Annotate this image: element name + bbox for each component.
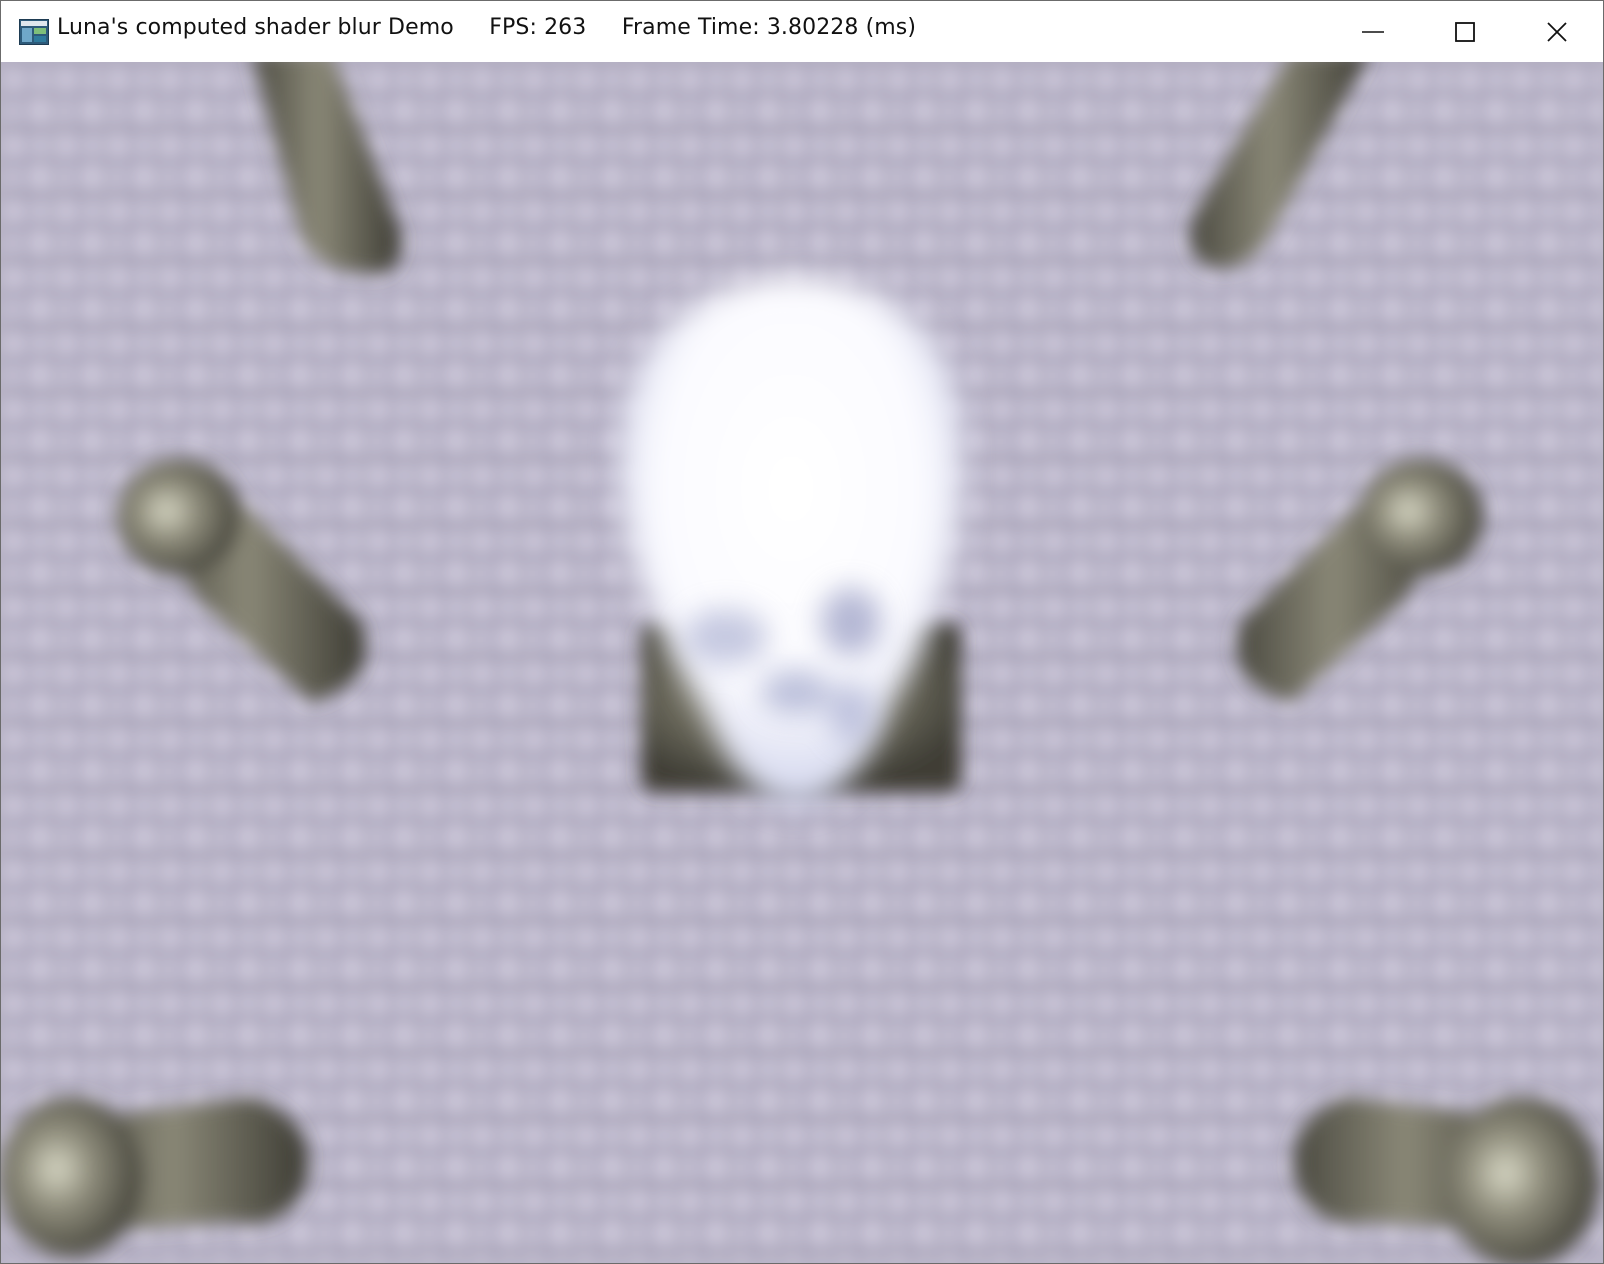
title-bar[interactable]: Luna's computed shader blur Demo FPS: 26… <box>1 1 1603 62</box>
fps-readout: FPS: 263 <box>489 15 587 40</box>
render-viewport[interactable] <box>1 62 1603 1263</box>
frame-time-readout: Frame Time: 3.80228 (ms) <box>621 15 917 40</box>
close-button[interactable] <box>1511 1 1603 62</box>
minimize-icon <box>1362 30 1384 33</box>
minimize-button[interactable] <box>1327 1 1419 62</box>
title-label: Luna's computed shader blur Demo <box>57 15 454 40</box>
window-title: Luna's computed shader blur Demo FPS: 26… <box>57 15 916 40</box>
scene-canvas <box>1 62 1603 1263</box>
close-icon <box>1547 21 1567 42</box>
maximize-icon <box>1455 21 1475 42</box>
app-window: Luna's computed shader blur Demo FPS: 26… <box>0 0 1604 1264</box>
maximize-button[interactable] <box>1419 1 1511 62</box>
app-icon[interactable] <box>19 19 49 45</box>
